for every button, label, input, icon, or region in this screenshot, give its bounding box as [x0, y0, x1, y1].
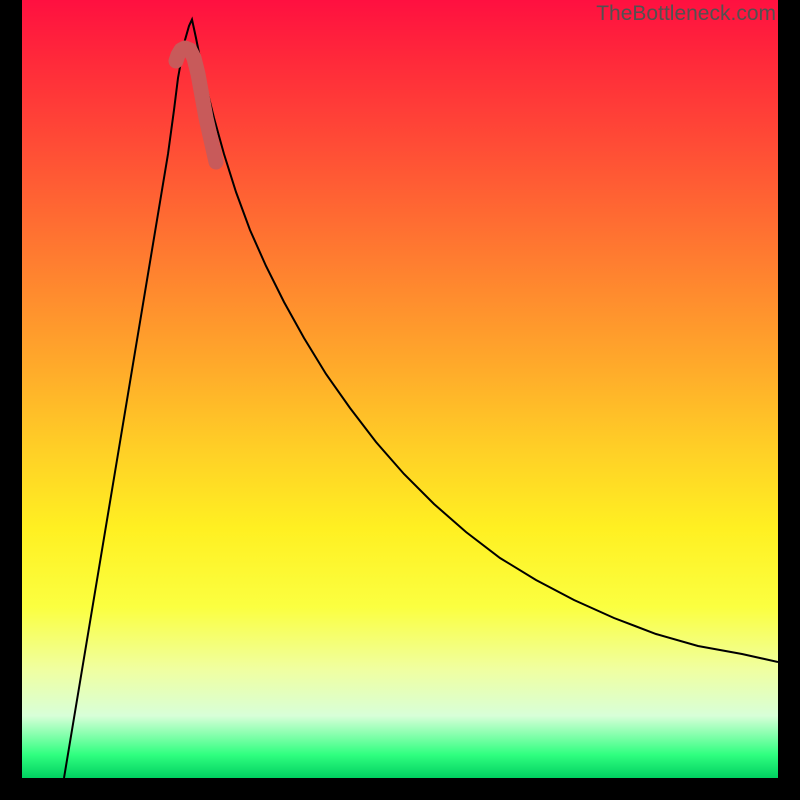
bottleneck-curve — [64, 20, 778, 779]
plot-area — [22, 0, 778, 778]
watermark: TheBottleneck.com — [596, 2, 776, 26]
marker-j — [176, 48, 216, 162]
chart-frame: TheBottleneck.com — [0, 0, 800, 800]
chart-svg — [22, 0, 778, 778]
